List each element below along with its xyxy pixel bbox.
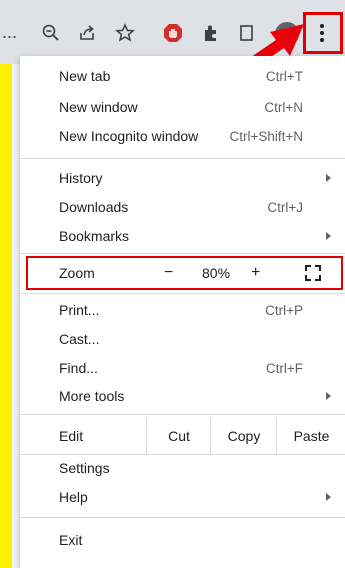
zoom-level: 80% [202,265,231,281]
menu-divider [20,517,345,518]
menu-item-label: Print... [59,302,100,318]
more-options-icon [320,24,324,42]
menu-divider [20,293,345,294]
cut-button[interactable]: Cut [146,418,211,454]
menu-item-more-tools[interactable]: More tools [20,382,345,410]
menu-item-new-tab[interactable]: New tab Ctrl+T [20,62,345,90]
menu-item-help[interactable]: Help [20,483,345,511]
menu-divider [20,253,345,254]
menu-item-cast[interactable]: Cast... [20,325,345,353]
menu-item-label: Edit [59,428,84,444]
menu-item-new-incognito-window[interactable]: New Incognito window Ctrl+Shift+N [20,122,345,150]
menu-item-label: Help [59,489,88,505]
fullscreen-icon[interactable] [305,265,321,281]
extensions-icon[interactable] [200,22,222,44]
share-icon[interactable] [76,22,98,44]
menu-item-shortcut: Ctrl+N [264,99,303,115]
page-left-edge [12,64,20,568]
menu-item-print[interactable]: Print... Ctrl+P [20,296,345,324]
menu-item-bookmarks[interactable]: Bookmarks [20,222,345,250]
menu-item-downloads[interactable]: Downloads Ctrl+J [20,193,345,221]
menu-item-label: New tab [59,68,111,84]
menu-item-label: History [59,170,103,186]
zoom-in-button[interactable]: + [251,264,260,282]
menu-item-label: More tools [59,388,125,404]
menu-item-shortcut: Ctrl+J [267,199,303,215]
menu-item-label: Cast... [59,331,100,347]
menu-item-new-window[interactable]: New window Ctrl+N [20,93,345,121]
menu-item-label: Downloads [59,199,129,215]
chrome-menu: New tab Ctrl+T New window Ctrl+N New Inc… [20,56,345,568]
menu-item-label: New Incognito window [59,128,199,144]
chevron-right-icon [326,232,331,240]
chevron-right-icon [326,174,331,182]
toolbar-overflow-text: ... [2,22,18,42]
menu-item-shortcut: Ctrl+P [265,302,303,318]
copy-button[interactable]: Copy [210,418,277,454]
menu-item-label: Bookmarks [59,228,130,244]
menu-item-label: Zoom [59,265,95,281]
chevron-right-icon [326,493,331,501]
adblock-icon[interactable] [162,22,184,44]
menu-item-history[interactable]: History [20,164,345,192]
bookmark-star-icon[interactable] [114,22,136,44]
menu-item-label: New window [59,99,138,115]
paste-button[interactable]: Paste [276,418,345,454]
zoom-out-button[interactable]: − [164,264,173,282]
menu-item-settings[interactable]: Settings [20,454,345,482]
menu-item-label: Exit [59,532,83,548]
zoom-out-icon[interactable] [40,22,62,44]
chevron-right-icon [326,392,331,400]
menu-item-find[interactable]: Find... Ctrl+F [20,354,345,382]
menu-item-exit[interactable]: Exit [20,526,345,554]
menu-divider [20,414,345,415]
menu-item-shortcut: Ctrl+Shift+N [229,128,303,144]
menu-item-label: Find... [59,360,98,376]
menu-item-label: Settings [59,460,110,476]
menu-item-edit: Edit Cut Copy Paste [20,418,345,454]
menu-divider [20,158,345,159]
menu-item-shortcut: Ctrl+F [265,360,303,376]
menu-item-zoom: Zoom − 80% + [20,259,345,287]
menu-item-shortcut: Ctrl+T [265,68,303,84]
